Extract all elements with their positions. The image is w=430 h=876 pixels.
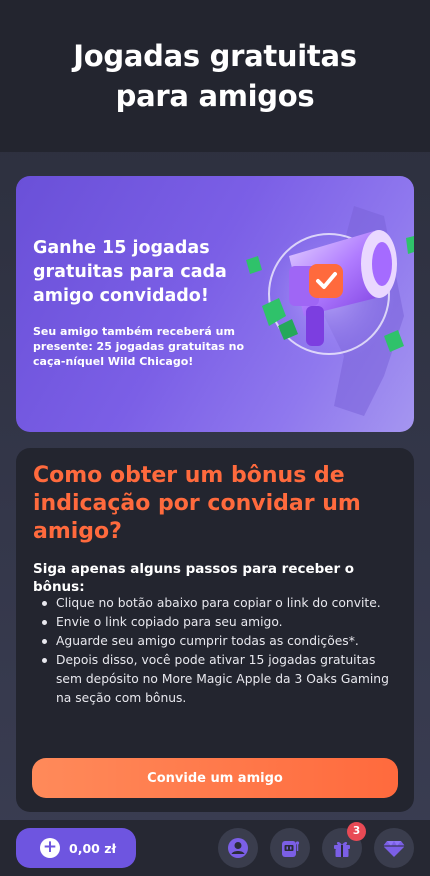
promo-subtitle: Seu amigo também receberá um presente: 2… — [33, 325, 245, 368]
gift-icon — [334, 841, 350, 857]
user-icon — [228, 838, 248, 858]
page-title: Jogadas gratuitas para amigos — [73, 39, 357, 113]
steps-list: Clique no botão abaixo para copiar o lin… — [42, 594, 396, 708]
slots-button[interactable] — [270, 828, 310, 868]
info-heading: Como obter um bônus de indicação por con… — [33, 463, 361, 544]
step-item: Envie o link copiado para seu amigo. — [42, 613, 396, 632]
step-item: Clique no botão abaixo para copiar o lin… — [42, 594, 396, 613]
megaphone-illustration — [246, 206, 414, 416]
slot-machine-icon — [282, 841, 300, 857]
referral-info-card: Como obter um bônus de indicação por con… — [16, 448, 414, 812]
gift-count-badge: 3 — [347, 822, 366, 841]
plus-icon: + — [40, 838, 60, 858]
invite-friend-button[interactable]: Convide um amigo — [32, 758, 398, 798]
balance-amount: 0,00 zł — [69, 840, 117, 856]
page-header: Jogadas gratuitas para amigos — [0, 0, 430, 152]
info-lead: Siga apenas alguns passos para receber o… — [33, 561, 355, 595]
profile-button[interactable] — [218, 828, 258, 868]
promo-title: Ganhe 15 jogadas gratuitas para cada ami… — [33, 238, 227, 306]
promo-banner: Ganhe 15 jogadas gratuitas para cada ami… — [16, 176, 414, 432]
balance-button[interactable]: + 0,00 zł — [16, 828, 136, 868]
vip-button[interactable] — [374, 828, 414, 868]
gifts-button[interactable]: 3 — [322, 822, 366, 868]
diamond-icon — [383, 841, 405, 857]
step-item: Depois disso, você pode ativar 15 jogada… — [42, 651, 396, 708]
bottom-bar: + 0,00 zł 3 — [0, 820, 430, 876]
step-item: Aguarde seu amigo cumprir todas as condi… — [42, 632, 396, 651]
